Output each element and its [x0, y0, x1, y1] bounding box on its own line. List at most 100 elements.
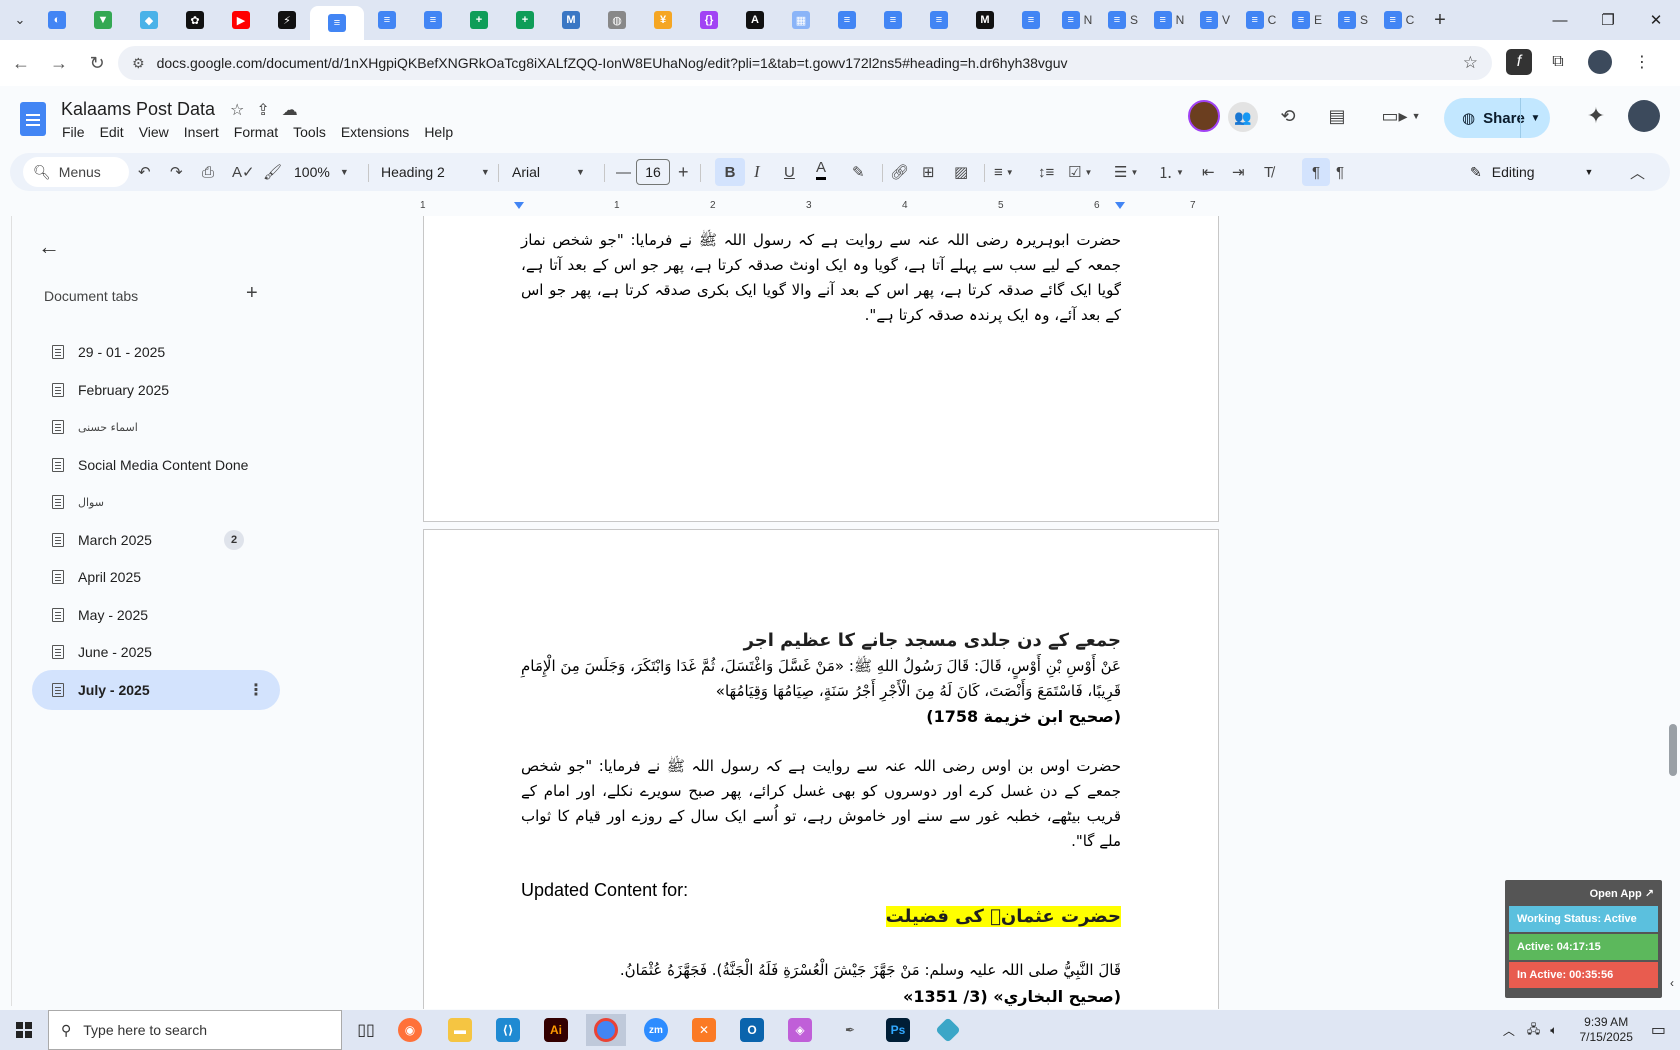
- print-icon[interactable]: ⎙: [202, 158, 214, 186]
- document-tab-item[interactable]: سوال: [32, 482, 280, 522]
- browser-tab[interactable]: ¥: [640, 4, 686, 36]
- increase-font-size-icon[interactable]: +: [678, 158, 689, 186]
- volume-icon[interactable]: 🔈︎: [1550, 1023, 1557, 1038]
- browser-tab[interactable]: ≡: [410, 4, 456, 36]
- insert-image-icon[interactable]: ▨: [954, 158, 968, 186]
- tab-options-icon[interactable]: ⋮: [248, 680, 264, 700]
- comments-icon[interactable]: ▤: [1323, 102, 1351, 130]
- urdu-translation[interactable]: حضرت اوس بن اوس رضی اللہ عنہ سے روایت ہے…: [521, 754, 1121, 854]
- move-icon[interactable]: ⇪: [256, 100, 269, 120]
- document-page[interactable]: جمعے کے دن جلدی مسجد جانے کا عظیم اجر عَ…: [423, 529, 1219, 1009]
- notifications-icon[interactable]: ▭: [1651, 1020, 1666, 1040]
- document-tab-item[interactable]: May - 2025: [32, 595, 280, 635]
- zoom-icon[interactable]: zm: [636, 1014, 676, 1046]
- vertical-ruler[interactable]: [0, 216, 12, 1006]
- open-app-link[interactable]: Open App ↗: [1509, 884, 1658, 904]
- system-clock[interactable]: 9:39 AM 7/15/2025: [1579, 1015, 1632, 1045]
- tray-chevron-icon[interactable]: ︿: [1503, 1022, 1515, 1039]
- decrease-font-size-icon[interactable]: —: [616, 158, 631, 186]
- illustrator-icon[interactable]: Ai: [536, 1014, 576, 1046]
- version-history-icon[interactable]: ⟲: [1274, 102, 1302, 130]
- spellcheck-icon[interactable]: A✓: [232, 158, 255, 186]
- document-title[interactable]: Kalaams Post Data: [61, 99, 215, 120]
- file-explorer-icon[interactable]: ▬: [440, 1014, 480, 1046]
- browser-tab[interactable]: M: [548, 4, 594, 36]
- section-heading[interactable]: جمعے کے دن جلدی مسجد جانے کا عظیم اجر: [521, 628, 1121, 654]
- browser-tab[interactable]: ≡ C: [1376, 4, 1422, 36]
- highlighted-heading[interactable]: حضرت عثمانؓ کی فضیلت: [521, 904, 1121, 930]
- star-icon[interactable]: ☆: [230, 100, 244, 120]
- document-tab-item[interactable]: اسماء حسنی: [32, 407, 280, 447]
- browser-tab[interactable]: M: [962, 4, 1008, 36]
- xampp-icon[interactable]: ✕: [684, 1014, 724, 1046]
- paragraph-style-select[interactable]: Heading 2 ▼: [381, 158, 490, 186]
- cloud-saved-icon[interactable]: ☁: [282, 100, 298, 120]
- bookmark-star-icon[interactable]: ☆: [1463, 53, 1478, 73]
- menu-view[interactable]: View: [139, 124, 177, 140]
- menu-format[interactable]: Format: [234, 124, 286, 140]
- editing-mode-select[interactable]: ✎ Editing ▼: [1470, 158, 1620, 186]
- checklist-icon[interactable]: ☑ ▼: [1068, 158, 1092, 186]
- forward-button[interactable]: →: [42, 46, 76, 80]
- back-button[interactable]: ←: [4, 46, 38, 80]
- line-spacing-icon[interactable]: ↕≡: [1038, 158, 1054, 186]
- menu-help[interactable]: Help: [424, 124, 461, 140]
- people-icon[interactable]: 👥: [1228, 102, 1258, 132]
- browser-tab[interactable]: ≡: [870, 4, 916, 36]
- restore-icon[interactable]: ❐: [1584, 0, 1632, 40]
- left-indent-marker[interactable]: [514, 202, 524, 209]
- share-dropdown-icon[interactable]: ▼: [1520, 98, 1550, 138]
- horizontal-ruler[interactable]: 1 1 2 3 4 5 6 7: [420, 200, 1219, 214]
- browser-tab[interactable]: ⚡: [264, 4, 310, 36]
- browser-tab[interactable]: ◍: [594, 4, 640, 36]
- browser-tab[interactable]: ▼: [80, 4, 126, 36]
- clear-formatting-icon[interactable]: T̸: [1264, 158, 1273, 186]
- document-tab-item[interactable]: March 2025 2: [32, 520, 280, 560]
- reload-button[interactable]: ↻: [80, 46, 114, 80]
- browser-tab[interactable]: ≡: [310, 6, 364, 40]
- ltr-icon[interactable]: ¶: [1302, 158, 1330, 186]
- browser-tab[interactable]: ≡ C: [1238, 4, 1284, 36]
- browser-tab[interactable]: ≡ S: [1330, 4, 1376, 36]
- insert-link-icon[interactable]: 🔗︎: [890, 158, 909, 186]
- browser-tab[interactable]: ▶: [218, 4, 264, 36]
- site-info-icon[interactable]: ⚙: [132, 55, 145, 72]
- vertical-scrollbar[interactable]: [1666, 216, 1680, 1006]
- taskbar-search-box[interactable]: ⚲ Type here to search: [48, 1010, 342, 1050]
- extensions-puzzle-icon[interactable]: ⧉: [1542, 46, 1574, 78]
- app-diamond-icon[interactable]: [928, 1014, 968, 1046]
- browser-tab[interactable]: ≡ N: [1146, 4, 1192, 36]
- browser-tab[interactable]: ≡ S: [1100, 4, 1146, 36]
- pen-tool-icon[interactable]: ✒: [830, 1014, 870, 1046]
- highlight-color-icon[interactable]: ✎: [852, 158, 865, 186]
- docs-logo-icon[interactable]: [20, 102, 46, 136]
- collapse-menus-icon[interactable]: ︿: [1630, 158, 1645, 186]
- browser-tab[interactable]: ≡: [364, 4, 410, 36]
- meet-icon[interactable]: ▭▸ ▼: [1380, 102, 1422, 130]
- decrease-indent-icon[interactable]: ⇤: [1202, 158, 1215, 186]
- task-view-icon[interactable]: ▯▯: [346, 1014, 386, 1046]
- photos-icon[interactable]: ◈: [780, 1014, 820, 1046]
- browser-tab[interactable]: ≡ V: [1192, 4, 1238, 36]
- browser-tab[interactable]: A: [732, 4, 778, 36]
- zoom-select[interactable]: 100% ▼: [294, 158, 349, 186]
- document-tab-item[interactable]: February 2025: [32, 370, 280, 410]
- menu-extensions[interactable]: Extensions: [341, 124, 417, 140]
- browser-tab[interactable]: ≡ N: [1054, 4, 1100, 36]
- menu-edit[interactable]: Edit: [100, 124, 132, 140]
- document-tab-item[interactable]: 29 - 01 - 2025: [32, 332, 280, 372]
- browser-tab[interactable]: +: [456, 4, 502, 36]
- align-icon[interactable]: ≡ ▼: [994, 158, 1014, 186]
- document-tab-item[interactable]: June - 2025: [32, 632, 280, 672]
- browser-tab[interactable]: {}: [686, 4, 732, 36]
- scrollbar-thumb[interactable]: [1669, 724, 1677, 776]
- url-omnibox[interactable]: ⚙ docs.google.com/document/d/1nXHgpiQKBe…: [118, 46, 1492, 80]
- browser-tab[interactable]: ✿: [172, 4, 218, 36]
- browser-tab[interactable]: ◐: [34, 4, 80, 36]
- rtl-icon[interactable]: ¶: [1336, 158, 1344, 186]
- browser-tab[interactable]: ≡ E: [1284, 4, 1330, 36]
- gemini-sparkle-icon[interactable]: ✦: [1582, 102, 1610, 130]
- updated-content-label[interactable]: Updated Content for:: [521, 880, 688, 901]
- text-color-icon[interactable]: A: [816, 158, 827, 180]
- font-select[interactable]: Arial ▼: [512, 158, 585, 186]
